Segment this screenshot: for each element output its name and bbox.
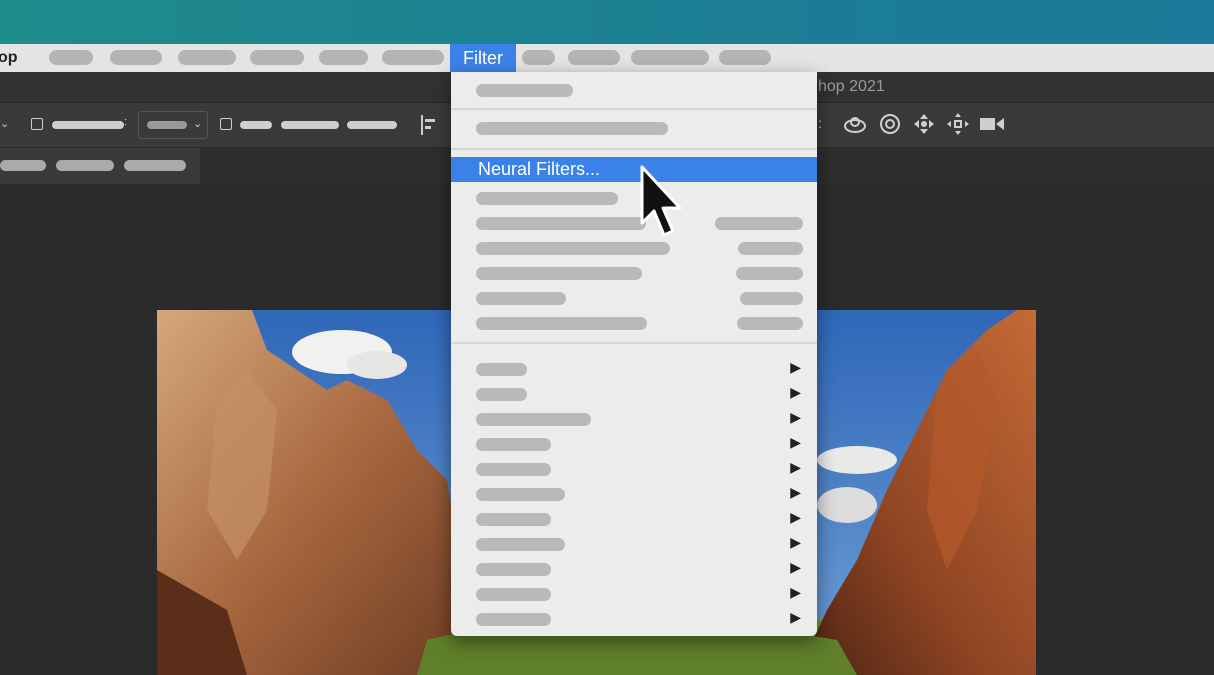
menu-item-placeholder[interactable] [522,50,555,65]
menu-item-camera-raw-filter[interactable] [451,236,817,260]
submenu-arrow-icon: ▶ [790,584,801,600]
checkbox-icon[interactable] [31,118,43,130]
submenu-arrow-icon: ▶ [790,484,801,500]
colon-separator: : [124,116,128,128]
option-label-placeholder [281,121,339,129]
menu-item-adaptive-wide-angle[interactable] [451,211,817,235]
submenu-item[interactable]: ▶ [451,407,817,431]
menu-item-last-filter[interactable] [451,78,817,102]
submenu-arrow-icon: ▶ [790,609,801,625]
tab-label-placeholder [0,160,46,171]
submenu-item[interactable]: ▶ [451,607,817,631]
tab-label-placeholder [124,160,186,171]
submenu-arrow-icon: ▶ [790,459,801,475]
menu-item-neural-filters[interactable]: Neural Filters... [451,157,817,182]
window-title: hop 2021 [818,78,885,95]
checkbox-icon[interactable] [220,118,232,130]
submenu-item[interactable]: ▶ [451,507,817,531]
menu-item-placeholder[interactable] [178,50,236,65]
submenu-item[interactable]: ▶ [451,382,817,406]
menu-item-placeholder[interactable] [719,50,771,65]
submenu-arrow-icon: ▶ [790,434,801,450]
submenu-item[interactable]: ▶ [451,532,817,556]
option-label-placeholder [240,121,272,129]
submenu-arrow-icon: ▶ [790,359,801,375]
menu-item-lens-correction[interactable] [451,261,817,285]
submenu-arrow-icon: ▶ [790,409,801,425]
menu-item-convert-smart-filters[interactable] [451,116,817,140]
menu-item-liquify[interactable] [451,286,817,310]
chevron-down-icon: ⌄ [193,118,203,130]
menu-separator [451,342,817,344]
app-menu-name[interactable]: op [0,49,18,67]
menu-item-placeholder[interactable] [250,50,304,65]
menu-item-placeholder[interactable] [631,50,709,65]
submenu-arrow-icon: ▶ [790,384,801,400]
menu-item-placeholder[interactable] [110,50,162,65]
menu-bar: op Filter [0,44,1214,72]
submenu-arrow-icon: ▶ [790,509,801,525]
menu-item-placeholder[interactable] [382,50,444,65]
3d-orbit-icon[interactable] [842,113,868,137]
submenu-item[interactable]: ▶ [451,432,817,456]
desktop-background [0,0,1214,44]
submenu-arrow-icon: ▶ [790,559,801,575]
menu-item-filter-gallery[interactable] [451,186,817,210]
option-dropdown[interactable]: ⌄ [138,111,208,139]
document-tab[interactable] [0,148,200,184]
menu-item-placeholder[interactable] [568,50,620,65]
3d-slide-icon[interactable] [946,112,970,136]
3d-camera-icon[interactable] [979,114,1005,134]
filter-menu-dropdown: Neural Filters... ▶ ▶ ▶ ▶ ▶ ▶ ▶ ▶ ▶ ▶ ▶ [451,72,817,636]
neural-filters-label: Neural Filters... [478,159,601,179]
submenu-item[interactable]: ▶ [451,457,817,481]
cursor-arrow-icon [640,165,682,237]
chevron-down-icon[interactable]: ⌄ [0,117,9,130]
submenu-arrow-icon: ▶ [790,534,801,550]
submenu-item[interactable]: ▶ [451,557,817,581]
menu-separator [451,108,817,110]
menu-item-placeholder[interactable] [319,50,368,65]
option-label-placeholder [52,121,124,129]
submenu-item[interactable]: ▶ [451,482,817,506]
menu-item-placeholder[interactable] [49,50,93,65]
submenu-item[interactable]: ▶ [451,357,817,381]
menu-separator [451,148,817,150]
dropdown-value-placeholder [147,121,187,129]
submenu-item[interactable]: ▶ [451,582,817,606]
3d-pan-icon[interactable] [912,112,936,136]
colon-separator: : [818,115,822,131]
menu-item-vanishing-point[interactable] [451,311,817,335]
3d-roll-icon[interactable] [878,112,902,136]
align-icon[interactable] [420,115,438,135]
option-label-placeholder [347,121,397,129]
menu-filter[interactable]: Filter [450,44,516,72]
tab-label-placeholder [56,160,114,171]
